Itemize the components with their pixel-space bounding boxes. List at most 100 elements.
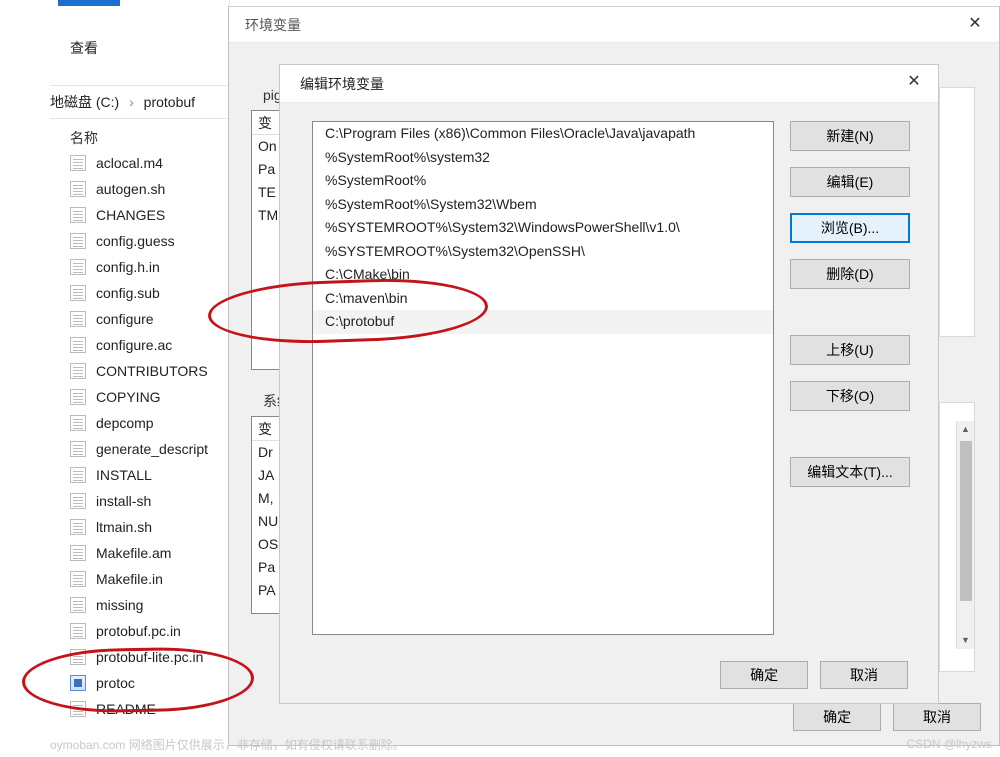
file-name: Makefile.in [96,566,163,592]
breadcrumb-folder[interactable]: protobuf [144,94,195,110]
path-entry[interactable]: C:\CMake\bin [313,263,773,287]
file-icon [70,493,86,509]
new-button[interactable]: 新建(N) [790,121,910,151]
file-name: protobuf.pc.in [96,618,181,644]
path-entry[interactable]: %SYSTEMROOT%\System32\OpenSSH\ [313,240,773,264]
path-entry[interactable]: %SYSTEMROOT%\System32\WindowsPowerShell\… [313,216,773,240]
file-icon [70,155,86,171]
path-entry[interactable]: C:\maven\bin [313,287,773,311]
file-row[interactable]: protobuf-lite.pc.in [70,644,208,670]
breadcrumb[interactable]: 地磁盘 (C:) › protobuf [50,85,230,119]
file-name: autogen.sh [96,176,165,202]
file-icon [70,467,86,483]
file-row[interactable]: Makefile.am [70,540,208,566]
file-row[interactable]: configure.ac [70,332,208,358]
file-icon [70,389,86,405]
file-row[interactable]: install-sh [70,488,208,514]
file-name: config.h.in [96,254,160,280]
file-icon [70,701,86,717]
scroll-up-icon[interactable]: ▲ [957,421,974,438]
file-icon [70,233,86,249]
tab-indicator [58,0,120,6]
file-row[interactable]: README [70,696,208,722]
dialog-title: 环境变量 [229,7,999,43]
exe-file-icon [70,675,86,691]
scroll-down-icon[interactable]: ▼ [957,632,974,649]
file-row[interactable]: COPYING [70,384,208,410]
file-icon [70,207,86,223]
file-name: CHANGES [96,202,165,228]
file-row[interactable]: CONTRIBUTORS [70,358,208,384]
close-icon[interactable]: ✕ [951,7,999,43]
watermark-footer: oymoban.com 网络图片仅供展示，非存储，如有侵权请联系删除。 [50,736,405,753]
file-name: depcomp [96,410,154,436]
cancel-button[interactable]: 取消 [893,703,981,731]
edit-env-variable-dialog: 编辑环境变量 ✕ C:\Program Files (x86)\Common F… [279,64,939,704]
file-row[interactable]: depcomp [70,410,208,436]
file-icon [70,311,86,327]
file-row[interactable]: missing [70,592,208,618]
file-icon [70,597,86,613]
move-down-button[interactable]: 下移(O) [790,381,910,411]
path-entries-listbox[interactable]: C:\Program Files (x86)\Common Files\Orac… [312,121,774,635]
chevron-right-icon: › [123,94,140,110]
file-icon [70,519,86,535]
file-icon [70,415,86,431]
groupbox-right-top [939,87,975,337]
file-row[interactable]: ltmain.sh [70,514,208,540]
scroll-thumb[interactable] [960,441,972,601]
path-entry[interactable]: %SystemRoot%\System32\Wbem [313,193,773,217]
menu-view[interactable]: 查看 [70,38,98,58]
move-up-button[interactable]: 上移(U) [790,335,910,365]
file-name: generate_descript [96,436,208,462]
file-row[interactable]: protobuf.pc.in [70,618,208,644]
browse-button[interactable]: 浏览(B)... [790,213,910,243]
edit-button[interactable]: 编辑(E) [790,167,910,197]
file-name: protobuf-lite.pc.in [96,644,203,670]
cancel-button[interactable]: 取消 [820,661,908,689]
watermark-csdn: CSDN @lhyzws [906,737,992,751]
column-header-name[interactable]: 名称 [70,128,98,148]
file-row[interactable]: aclocal.m4 [70,150,208,176]
file-icon [70,649,86,665]
file-name: configure.ac [96,332,172,358]
path-entry[interactable]: C:\Program Files (x86)\Common Files\Orac… [313,122,773,146]
file-icon [70,285,86,301]
breadcrumb-drive[interactable]: 地磁盘 (C:) [50,94,119,110]
file-icon [70,259,86,275]
file-row[interactable]: config.sub [70,280,208,306]
file-icon [70,441,86,457]
path-entry[interactable]: %SystemRoot% [313,169,773,193]
close-icon[interactable]: ✕ [890,65,938,101]
file-name: aclocal.m4 [96,150,163,176]
file-name: COPYING [96,384,161,410]
file-row[interactable]: autogen.sh [70,176,208,202]
file-list: aclocal.m4autogen.shCHANGESconfig.guessc… [70,150,208,722]
file-icon [70,363,86,379]
file-explorer: 查看 地磁盘 (C:) › protobuf 名称 aclocal.m4auto… [0,0,230,730]
file-name: missing [96,592,143,618]
file-row[interactable]: Makefile.in [70,566,208,592]
ok-button[interactable]: 确定 [793,703,881,731]
file-name: CONTRIBUTORS [96,358,208,384]
file-row[interactable]: CHANGES [70,202,208,228]
file-row[interactable]: generate_descript [70,436,208,462]
file-icon [70,571,86,587]
file-name: config.sub [96,280,160,306]
file-row[interactable]: INSTALL [70,462,208,488]
delete-button[interactable]: 删除(D) [790,259,910,289]
file-icon [70,337,86,353]
file-row[interactable]: config.h.in [70,254,208,280]
file-icon [70,181,86,197]
file-name: INSTALL [96,462,152,488]
edit-text-button[interactable]: 编辑文本(T)... [790,457,910,487]
path-entry[interactable]: C:\protobuf [313,310,773,334]
file-row[interactable]: configure [70,306,208,332]
file-row[interactable]: protoc [70,670,208,696]
ok-button[interactable]: 确定 [720,661,808,689]
file-name: config.guess [96,228,175,254]
scrollbar[interactable]: ▲ ▼ [956,421,974,649]
path-entry[interactable]: %SystemRoot%\system32 [313,146,773,170]
file-row[interactable]: config.guess [70,228,208,254]
file-name: configure [96,306,154,332]
